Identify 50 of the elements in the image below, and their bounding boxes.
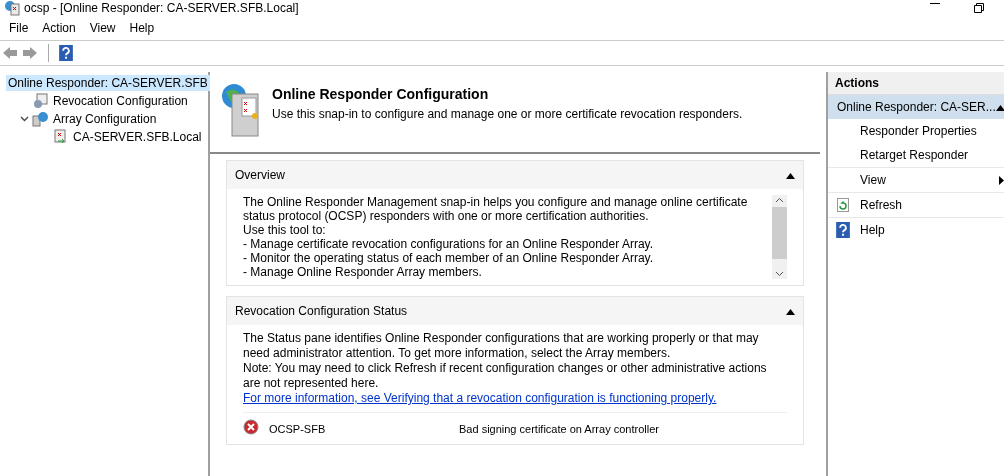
tree-item[interactable]: Revocation Configuration [51, 93, 190, 109]
tree-item[interactable]: Online Responder: CA-SERVER.SFB [6, 75, 210, 91]
help-icon[interactable] [836, 222, 850, 238]
scroll-down-icon[interactable] [775, 271, 784, 277]
globe-servers-icon [32, 111, 48, 127]
task-link[interactable]: Help [860, 223, 1004, 237]
menu-item[interactable]: Help [122, 21, 162, 35]
overview-text: Use this tool to: [243, 223, 327, 237]
minimize-icon[interactable] [930, 3, 940, 5]
help-icon[interactable] [59, 45, 73, 61]
forward-arrow-icon[interactable] [22, 46, 38, 60]
back-arrow-icon[interactable] [2, 46, 18, 60]
globe-server-icon [220, 82, 262, 140]
actions-section-header[interactable]: Online Responder: CA-SER... [828, 95, 1004, 119]
status-description: The Status pane identifies Online Responder configurations that are working properly or that may need administrator attention. To get more information, select the Array members. [243, 331, 760, 361]
tree-item[interactable]: CA-SERVER.SFB.Local [71, 129, 204, 145]
server-certificate-icon [52, 129, 68, 145]
collapse-arrow-icon[interactable] [786, 309, 795, 315]
menu-item[interactable]: View [82, 21, 123, 35]
tree-item[interactable]: Array Configuration [51, 111, 159, 127]
page-subtitle: Use this snap-in to configure and manage one or more certificate revocation responders. [272, 107, 743, 121]
status-name: OCSP-SFB [269, 421, 327, 436]
collapse-arrow-icon[interactable] [995, 105, 1004, 111]
status-message: Bad signing certificate on Array controller [459, 421, 659, 436]
overview-text: - Monitor the operating status of each member of an Online Responder Array. [243, 251, 654, 265]
actions-title: Actions [828, 72, 1004, 95]
section-title: Revocation Configuration Status [235, 304, 408, 318]
task-link[interactable]: Retarget Responder [860, 148, 1004, 162]
menu-item[interactable]: Action [35, 21, 83, 35]
overview-text: - Manage Online Responder Array members. [243, 265, 483, 279]
globe-server-icon [4, 0, 20, 16]
overview-text: - Manage certificate revocation configurations for an Online Responder Array. [243, 237, 654, 251]
task-link[interactable]: Responder Properties [860, 124, 1004, 138]
help-link[interactable]: For more information, see Verifying that a revocation configuration is functioning properly. [243, 391, 717, 405]
scroll-thumb[interactable] [772, 207, 787, 259]
restore-icon[interactable] [974, 3, 984, 13]
task-link[interactable]: Refresh [860, 198, 1004, 212]
refresh-icon[interactable] [837, 198, 849, 212]
status-description: Note: You may need to click Refresh if recent configuration changes or other administrative actions are not represented here. [243, 361, 768, 391]
collapse-caret-icon[interactable] [20, 114, 29, 123]
page-title: Online Responder Configuration [272, 86, 490, 102]
section-title: Overview [235, 168, 285, 182]
overview-text: The Online Responder Management snap-in helps you configure and manage online certificate status protocol (OCSP) responders with one or more certification authorities. [243, 195, 749, 223]
submenu-arrow-icon [999, 175, 1004, 185]
scroll-up-icon[interactable] [775, 197, 784, 203]
collapse-arrow-icon[interactable] [786, 173, 795, 179]
task-link[interactable]: View [860, 173, 991, 187]
menu-item[interactable]: File [2, 21, 36, 35]
error-icon [243, 419, 259, 435]
window-title: ocsp - [Online Responder: CA-SERVER.SFB.Local] [24, 1, 299, 15]
